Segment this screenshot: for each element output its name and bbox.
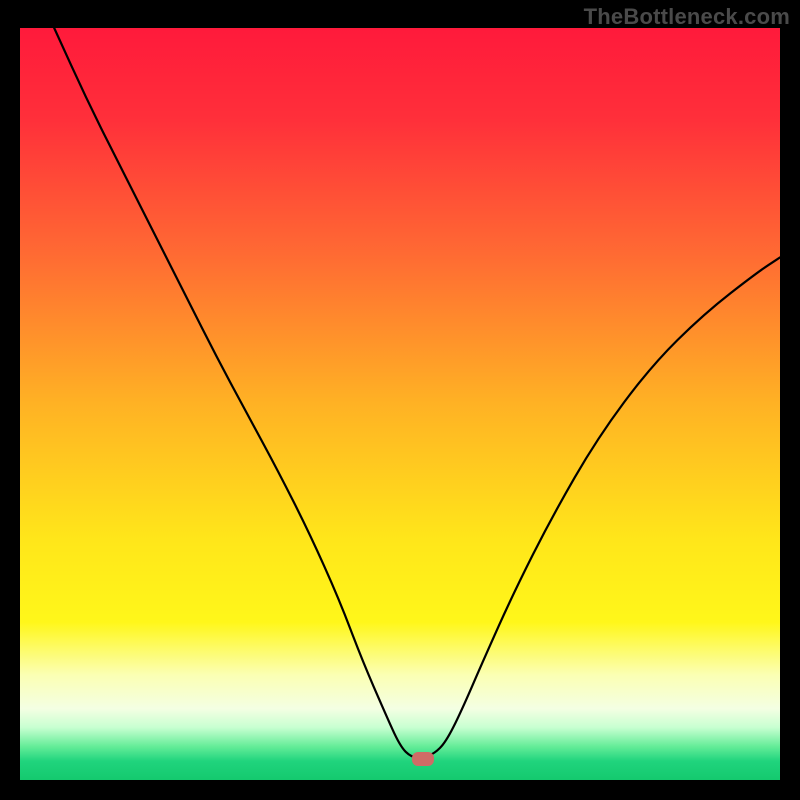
plot-svg xyxy=(20,28,780,780)
optimal-marker xyxy=(412,752,434,766)
chart-frame: TheBottleneck.com xyxy=(0,0,800,800)
gradient-rect xyxy=(20,28,780,780)
plot-area xyxy=(20,28,780,780)
watermark-text: TheBottleneck.com xyxy=(584,4,790,30)
